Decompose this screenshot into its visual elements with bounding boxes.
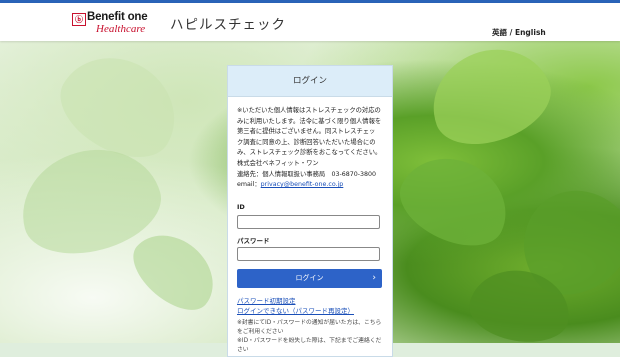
login-heading: ログイン [228,66,392,97]
cannot-login-link[interactable]: ログインできない（パスワード再設定） [237,305,354,315]
app-title: ハピルスチェック [170,17,286,33]
privacy-notice: ※いただいた個人情報はストレスチェックの対応の みに利用いたします。法令に基づく… [237,106,387,191]
password-label: パスワード [237,237,270,245]
notice-line: 連絡先：個人情報取扱い事務局 03-6870-3800 [237,170,377,178]
brand-mark-icon: ⓑ [72,13,86,26]
logo-brand-text: Benefit one [87,11,148,23]
chevron-right-icon: › [372,273,376,283]
language-switch: 英語 / English [492,27,546,38]
login-panel: ログイン ※いただいた個人情報はストレスチェックの対応の みに利用いたします。法… [227,65,393,357]
notice-line: みに利用いたします。法令に基づく限り個人情報を [237,117,382,125]
notice-line: 第三者に提供はございません。同ストレスチェッ [237,128,376,136]
notice-line: み、ストレスチェック診断をおこなってください。 [237,149,382,157]
initial-password-link[interactable]: パスワード初期設定 [237,295,296,305]
lang-separator: / [507,28,515,37]
app-header: ⓑ Benefit one Healthcare ハピルスチェック 英語 / E… [0,3,620,41]
id-input[interactable] [237,215,380,229]
notice-line: 株式会社ベネフィット・ワン [237,159,319,167]
benefit-one-logo[interactable]: ⓑ Benefit one Healthcare [72,11,157,37]
id-label: ID [237,203,245,211]
logo-sub-text: Healthcare [96,23,146,35]
login-button-label: ログイン [295,274,324,282]
lang-japanese-link[interactable]: 英語 [492,28,507,37]
password-input[interactable] [237,247,380,261]
notice-line: ク調査に同意の上、診断回答いただいた場合にの [237,138,376,146]
privacy-email-link[interactable]: privacy@benefit-one.co.jp [261,181,344,188]
notice-email-row: email：privacy@benefit-one.co.jp [237,180,387,191]
email-label: email： [237,181,261,189]
note-lost-credentials: ※ID・パスワードを紛失した際は、下記までご連絡ください [237,338,382,353]
login-button[interactable]: ログイン › [237,269,382,288]
notice-line: ※いただいた個人情報はストレスチェックの対応の [237,107,381,114]
lang-english-link[interactable]: English [515,28,546,37]
note-sealed-letter: ※封書にてID・パスワードの通知が届いた方は、こちらをご利用ください [237,320,382,335]
